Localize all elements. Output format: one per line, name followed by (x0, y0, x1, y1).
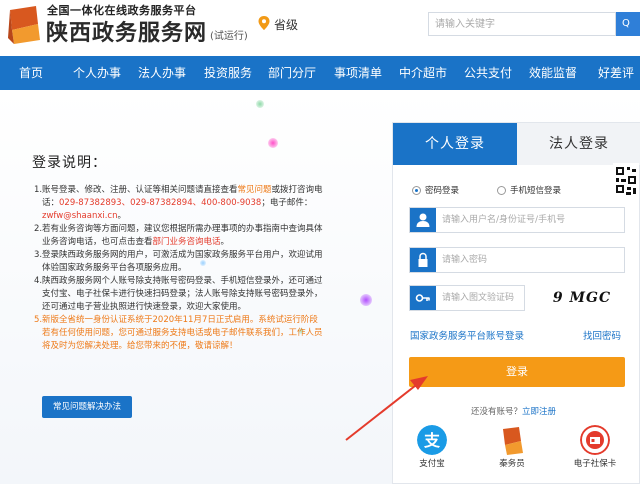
register-prompt: 还没有账号？立即注册 (471, 405, 556, 417)
instruction-text: 。 (117, 211, 126, 221)
national-platform-login-link[interactable]: 国家政务服务平台账号登录 (410, 328, 524, 342)
password-input[interactable] (442, 250, 622, 270)
instruction-text: ；电子邮件： (261, 198, 313, 208)
qinwuyuan-icon[interactable] (497, 425, 527, 455)
instruction-item: 4. 陕西政务服务网个人账号除支持账号密码登录、手机短信登录外，还可通过支付宝、电… (34, 275, 324, 314)
qr-code-icon[interactable] (613, 163, 639, 199)
instruction-number: 4. (34, 276, 43, 286)
search-button[interactable]: Q (616, 12, 640, 36)
tab-legal-login[interactable]: 法人登录 (517, 123, 640, 165)
social-security-card-label: 电子社保卡 (573, 459, 617, 469)
forgot-password-link[interactable]: 找回密码 (583, 328, 621, 342)
alipay-label: 支付宝 (419, 459, 445, 469)
login-instructions-list: 1. 账号登录、修改、注册、认证等相关问题请直接查看常见问题或拨打咨询电话：029… (34, 184, 324, 353)
decor-sparkle (256, 100, 264, 108)
tab-personal-login[interactable]: 个人登录 (393, 123, 517, 165)
instruction-item: 1. 账号登录、修改、注册、认证等相关问题请直接查看常见问题或拨打咨询电话：029… (34, 184, 324, 223)
location-pin-icon[interactable] (258, 16, 270, 30)
instruction-number: 2. (34, 224, 43, 234)
instruction-text: 登录陕西政务服务网的用户，可激活成为国家政务服务平台用户，欢迎试用体验国家政务服… (42, 250, 323, 273)
nav-item-agency-market[interactable]: 中介超市 (399, 56, 447, 90)
nav-item-rating[interactable]: 好差评 (598, 56, 634, 90)
site-title[interactable]: 陕西政务服务网 (46, 15, 207, 47)
social-security-card-icon[interactable] (580, 425, 610, 455)
radio-password-login[interactable] (412, 186, 421, 195)
nav-item-public-payment[interactable]: 公共支付 (464, 56, 512, 90)
captcha-image[interactable]: 9 MGC (545, 285, 619, 311)
instruction-text: 新版全省统一身份认证系统于2020年11月7日正式启用。系统试运行阶段若有任何使… (42, 315, 323, 351)
radio-sms-label: 手机短信登录 (510, 186, 562, 196)
svg-text:支: 支 (423, 431, 441, 450)
instruction-text: 陕西政务服务网个人账号除支持账号密码登录、手机短信登录外，还可通过支付宝、电子社… (42, 276, 323, 312)
site-header: 全国一体化在线政务服务平台 陕西政务服务网 (试运行) 省级 Q (0, 0, 640, 56)
register-link[interactable]: 立即注册 (522, 407, 556, 417)
trial-label: (试运行) (210, 31, 248, 42)
instruction-number: 1. (34, 185, 43, 195)
login-button[interactable]: 登录 (409, 357, 625, 387)
instruction-text: 账号登录、修改、注册、认证等相关问题请直接查看 (42, 185, 238, 195)
search-input[interactable] (428, 12, 616, 36)
decor-sparkle (360, 294, 372, 306)
radio-sms-login[interactable] (497, 186, 506, 195)
instruction-number: 5. (34, 315, 43, 325)
captcha-field (409, 285, 525, 311)
captcha-input[interactable] (442, 288, 522, 308)
key-icon (410, 286, 436, 310)
nav-item-supervision[interactable]: 效能监督 (529, 56, 577, 90)
username-field (409, 207, 625, 233)
nav-item-item-list[interactable]: 事项清单 (334, 56, 382, 90)
alipay-icon[interactable]: 支 (417, 425, 447, 455)
faq-solutions-button[interactable]: 常见问题解决办法 (42, 396, 132, 418)
location-selector[interactable]: 省级 (274, 16, 298, 33)
instruction-number: 3. (34, 250, 43, 260)
nav-item-home[interactable]: 首页 (19, 56, 43, 90)
qinwuyuan-label: 秦务员 (499, 459, 525, 469)
nav-item-investment[interactable]: 投资服务 (204, 56, 252, 90)
nav-item-departments[interactable]: 部门分厅 (268, 56, 316, 90)
radio-password-label: 密码登录 (425, 186, 460, 196)
hotline-numbers: 029-87382893、029-87382894、400-800-9038 (59, 198, 262, 208)
faq-link[interactable]: 常见问题 (238, 185, 272, 195)
login-panel: 个人登录 法人登录 密码登录 手机短信登录 9 MGC 国家政务服务平台账号登录… (392, 122, 640, 484)
user-icon (410, 208, 436, 232)
site-logo-icon[interactable] (6, 4, 42, 44)
main-nav: 首页 个人办事 法人办事 投资服务 部门分厅 事项清单 中介超市 公共支付 效能… (0, 56, 640, 90)
password-field (409, 247, 625, 273)
instruction-item: 3. 登录陕西政务服务网的用户，可激活成为国家政务服务平台用户，欢迎试用体验国家政… (34, 249, 324, 275)
email-link[interactable]: zwfw@shaanxi.cn (42, 211, 117, 221)
nav-item-legal[interactable]: 法人办事 (138, 56, 186, 90)
nav-item-personal[interactable]: 个人办事 (73, 56, 121, 90)
instruction-text: 。 (220, 237, 230, 247)
lock-icon (410, 248, 436, 272)
department-hotline-link[interactable]: 部门业务咨询电话 (153, 237, 221, 247)
no-account-text: 还没有账号？ (471, 407, 523, 417)
username-input[interactable] (442, 210, 622, 230)
decor-sparkle (268, 138, 278, 148)
instruction-item: 5. 新版全省统一身份认证系统于2020年11月7日正式启用。系统试运行阶段若有任… (34, 314, 324, 353)
login-instructions-title: 登录说明： (32, 155, 107, 171)
instruction-item: 2. 若有业务咨询等方面问题，建议您根据所需办理事项的办事指南中查询具体业务咨询电… (34, 223, 324, 249)
